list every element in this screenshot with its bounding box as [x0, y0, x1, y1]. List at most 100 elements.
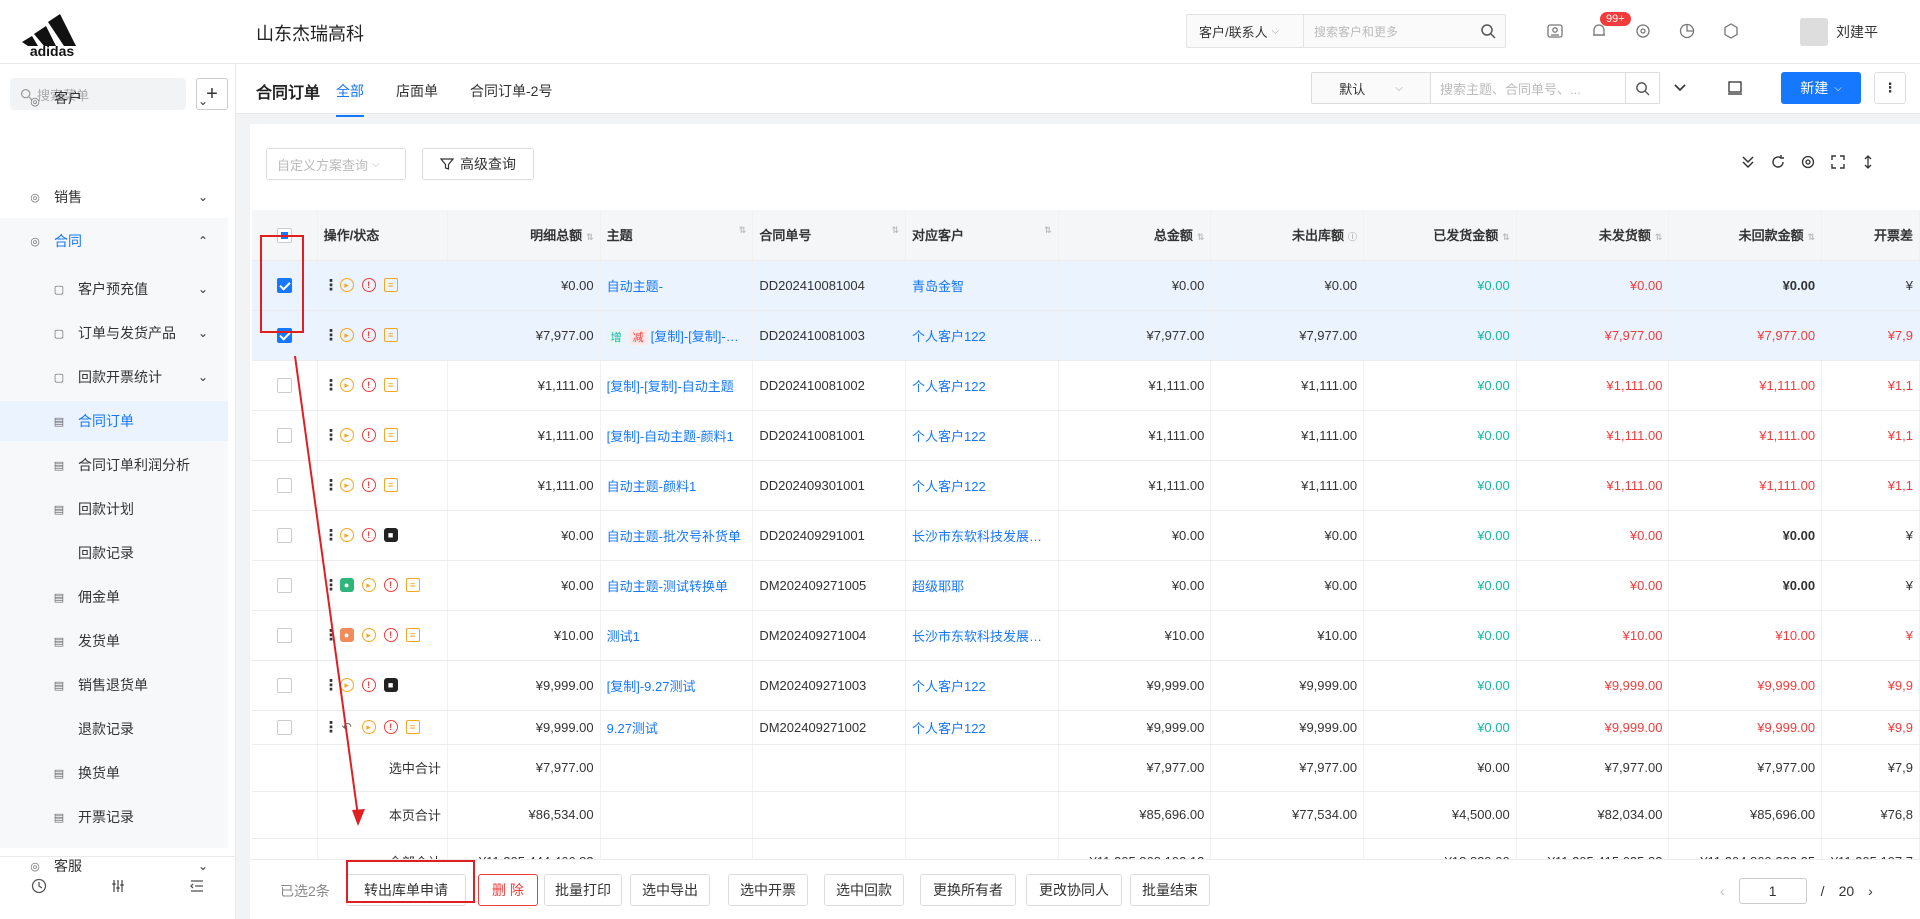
more-vertical-icon[interactable]: ⋮	[324, 526, 339, 544]
user-menu[interactable]: 刘建平	[1800, 18, 1878, 46]
column-header[interactable]: 对应客户 ⇅	[905, 210, 1059, 261]
play-icon[interactable]: ▸	[339, 478, 354, 492]
more-vertical-icon[interactable]: ⋮	[324, 676, 339, 694]
more-vertical-icon[interactable]: ⋮	[324, 718, 339, 736]
invoice-selected-button[interactable]: 选中开票	[728, 874, 808, 906]
row-checkbox-cell[interactable]	[252, 610, 318, 661]
batch-close-button[interactable]: 批量结束	[1130, 874, 1210, 906]
row-checkbox[interactable]	[276, 628, 292, 644]
print-layout-icon[interactable]	[1726, 79, 1744, 100]
cell-customer-link[interactable]: 个人客户122	[905, 310, 1059, 361]
page-number-input[interactable]: 1	[1738, 878, 1807, 904]
view-select[interactable]: 默认 ⌵	[1311, 72, 1431, 104]
warning-icon[interactable]: !	[383, 720, 398, 734]
undo-icon[interactable]: ↶	[340, 720, 354, 734]
sidebar-item[interactable]: ▤ 换货单	[0, 753, 228, 793]
table-row[interactable]: ⋮ ▸! ■ ¥9,999.00 [复制]-9.27测试 DM202409271003 个人…	[252, 660, 1920, 711]
warning-icon[interactable]: !	[361, 478, 376, 492]
cell-customer-link[interactable]: 个人客户122	[905, 710, 1059, 745]
play-icon[interactable]: ▸	[339, 528, 354, 542]
more-vertical-icon[interactable]: ⋮	[324, 276, 339, 294]
subject-link[interactable]: [复制]-[复制]-自动主题	[607, 379, 734, 394]
play-icon[interactable]: ▸	[339, 378, 354, 392]
table-row[interactable]: ⋮ ▸! ≡ ¥1,111.00 自动主题-颜料1 DD202409301001 个人客户1…	[252, 460, 1920, 511]
column-settings-icon[interactable]	[1800, 154, 1816, 173]
sidebar-item[interactable]: ◎ 销售 ⌄	[0, 177, 228, 217]
search-scope-select[interactable]: 客户/联系人 ⌵	[1187, 15, 1304, 47]
cell-customer-link[interactable]: 青岛金智	[905, 260, 1059, 311]
cell-subject[interactable]: 测试1	[600, 610, 754, 661]
document-edit-icon[interactable]: ≡	[405, 628, 420, 642]
sidebar-item[interactable]: ◎ 客户 ⌄	[0, 84, 228, 108]
stop-icon[interactable]: ■	[383, 678, 398, 692]
cell-customer-link[interactable]: 长沙市东软科技发展有限公司	[905, 610, 1059, 661]
row-height-icon[interactable]	[1860, 154, 1876, 173]
contact-card-icon[interactable]	[1544, 20, 1566, 42]
export-selected-button[interactable]: 选中导出	[630, 874, 710, 906]
cell-subject[interactable]: [复制]-自动主题-颜料1	[600, 410, 754, 461]
row-checkbox[interactable]	[276, 428, 292, 444]
cell-subject[interactable]: 增减[复制]-[复制]-自动主题	[600, 310, 754, 361]
row-checkbox[interactable]	[276, 720, 292, 736]
batch-print-button[interactable]: 批量打印	[544, 874, 622, 906]
table-row[interactable]: ⋮ ▸! ≡ ¥1,111.00 [复制]-自动主题-颜料1 DD202410081001…	[252, 410, 1920, 461]
document-edit-icon[interactable]: ≡	[383, 478, 398, 492]
table-row[interactable]: ⋮▸!≡¥7,977.00增减[复制]-[复制]-自动主题DD202410081…	[252, 310, 1920, 361]
warning-icon[interactable]: !	[361, 328, 376, 342]
row-checkbox-cell[interactable]	[252, 510, 318, 561]
column-header[interactable]: 未出库额 ⓘ	[1210, 210, 1365, 261]
sidebar-item[interactable]: ▢ 客户预充值 ⌄	[0, 269, 228, 309]
tab-contract-orders-2[interactable]: 合同订单-2号	[470, 81, 552, 101]
cell-subject[interactable]: 自动主题-颜料1	[600, 460, 754, 511]
subject-link[interactable]: 自动主题-	[607, 279, 663, 294]
column-header[interactable]: 已发货金额 ⇅	[1363, 210, 1517, 261]
play-icon[interactable]: ▸	[339, 428, 354, 442]
delete-button[interactable]: 删 除	[478, 874, 538, 906]
cell-customer-link[interactable]: 个人客户122	[905, 410, 1059, 461]
table-row[interactable]: ⋮ ↶ ▸! ≡ ¥9,999.00 9.27测试 DM202409271002 个人客户12…	[252, 710, 1920, 745]
more-vertical-icon[interactable]: ⋮	[324, 376, 339, 394]
warning-icon[interactable]: !	[361, 278, 376, 292]
sidebar-item[interactable]: ▢ 订单与发货产品 ⌄	[0, 313, 228, 353]
order-search-input[interactable]: 搜索主题、合同单号、...	[1430, 72, 1626, 104]
row-checkbox-cell[interactable]	[252, 660, 318, 711]
play-icon[interactable]: ▸	[361, 628, 376, 642]
row-checkbox-cell[interactable]	[252, 560, 318, 611]
column-header[interactable]: 开票差	[1821, 210, 1920, 261]
play-icon[interactable]: ▸	[339, 278, 354, 292]
refresh-icon[interactable]	[1770, 154, 1786, 173]
cell-customer-link[interactable]: 个人客户122	[905, 660, 1059, 711]
document-edit-icon[interactable]: ≡	[383, 428, 398, 442]
stop-icon[interactable]: ■	[383, 528, 398, 542]
advanced-query-button[interactable]: 高级查询	[422, 148, 534, 180]
fullscreen-icon[interactable]	[1830, 154, 1846, 173]
document-edit-icon[interactable]: ≡	[405, 720, 420, 734]
person-icon[interactable]: ●	[339, 578, 354, 592]
cell-subject[interactable]: [复制]-9.27测试	[600, 660, 754, 711]
column-header[interactable]: 主题 ⇅	[600, 210, 754, 261]
more-vertical-icon[interactable]: ⋮	[324, 576, 339, 594]
table-row[interactable]: ⋮ ● ▸! ≡ ¥0.00 自动主题-测试转换单 DM202409271005 超级耶耶 ¥0…	[252, 560, 1920, 611]
column-header[interactable]: 未回款金额 ⇅	[1668, 210, 1823, 261]
search-icon[interactable]	[1626, 72, 1660, 104]
row-checkbox[interactable]	[276, 678, 292, 694]
subject-link[interactable]: 测试1	[607, 629, 640, 644]
more-vertical-icon[interactable]: ⋮	[324, 476, 339, 494]
row-checkbox-cell[interactable]	[252, 360, 318, 411]
document-edit-icon[interactable]: ≡	[383, 328, 398, 342]
warning-icon[interactable]: !	[361, 678, 376, 692]
cell-subject[interactable]: [复制]-[复制]-自动主题	[600, 360, 754, 411]
sidebar-item[interactable]: ▤ 回款计划	[0, 489, 228, 529]
collapse-menu-icon[interactable]	[188, 877, 206, 900]
sidebar-item[interactable]: ▤ 合同订单	[0, 401, 228, 441]
subject-link[interactable]: [复制]-9.27测试	[607, 679, 696, 694]
more-vertical-icon[interactable]: ⋮	[324, 626, 339, 644]
more-vertical-icon[interactable]: ⋮	[324, 326, 339, 344]
sidebar-item[interactable]: ▤ 发货单	[0, 621, 228, 661]
table-row[interactable]: ⋮● ▸! ≡ ¥10.00 测试1 DM202409271004长沙市东软科技发展有限公…	[252, 610, 1920, 661]
history-icon[interactable]	[30, 877, 48, 900]
search-icon[interactable]	[1471, 23, 1505, 39]
row-checkbox[interactable]	[276, 528, 292, 544]
subject-link[interactable]: 自动主题-批次号补货单	[607, 529, 741, 544]
play-icon[interactable]: ▸	[361, 578, 376, 592]
